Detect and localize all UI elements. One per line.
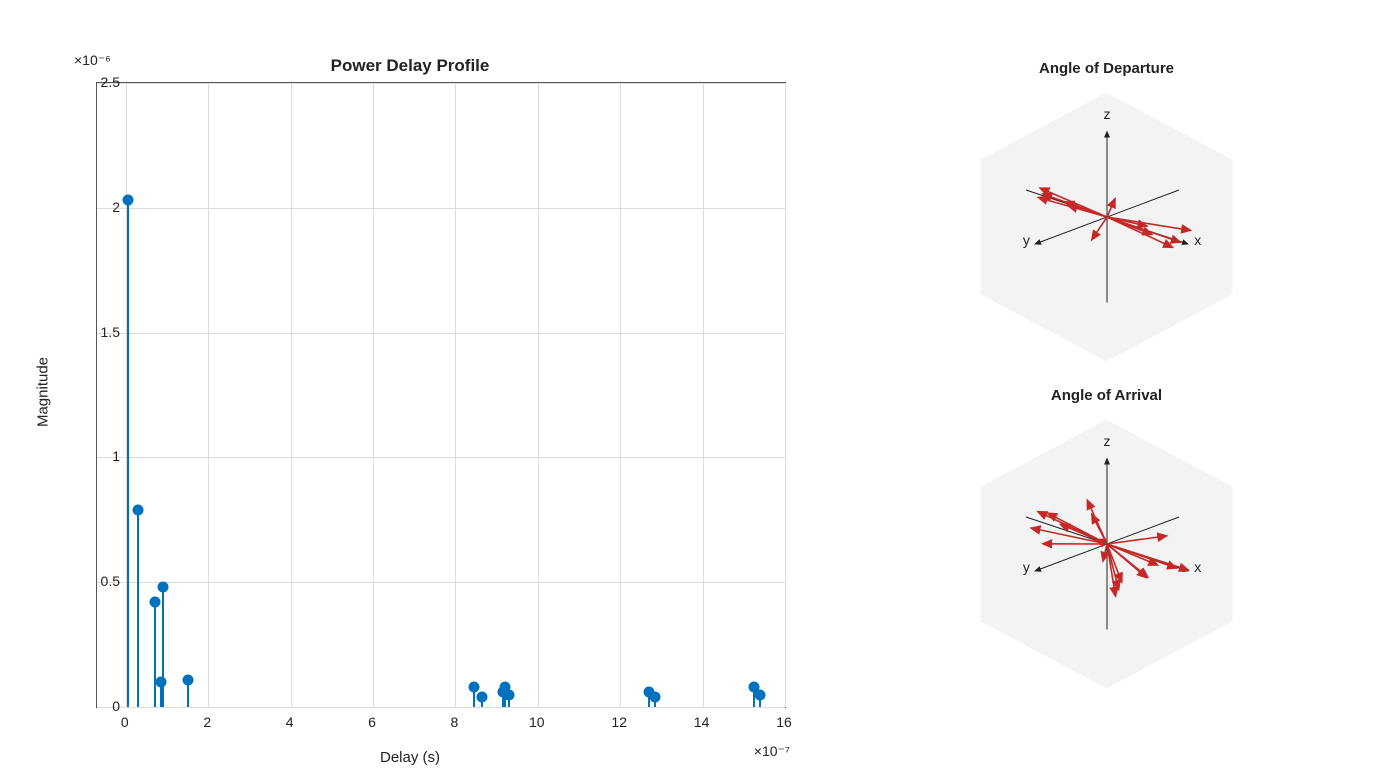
angle-departure-plot: x y z bbox=[967, 87, 1247, 367]
plot-area bbox=[96, 82, 786, 708]
xtick-label: 4 bbox=[286, 714, 294, 730]
xtick-label: 12 bbox=[611, 714, 627, 730]
chart-title: Power Delay Profile bbox=[0, 56, 820, 76]
direction-vector bbox=[1064, 202, 1106, 217]
data-marker bbox=[149, 597, 160, 608]
x-axis-label: x bbox=[1194, 559, 1201, 575]
xtick-label: 8 bbox=[451, 714, 459, 730]
ytick-label: 1.5 bbox=[80, 324, 120, 340]
angle-arrival-panel: Angle of Arrival x y z bbox=[957, 387, 1257, 694]
direction-vector bbox=[1107, 217, 1191, 230]
pdp-chart: Power Delay Profile ×10⁻⁶ Magnitude Dela… bbox=[0, 0, 820, 784]
y-axis-label: Magnitude bbox=[35, 357, 52, 427]
xtick-label: 16 bbox=[776, 714, 792, 730]
stem bbox=[127, 200, 129, 707]
xtick-label: 0 bbox=[121, 714, 129, 730]
ytick-label: 2.5 bbox=[80, 74, 120, 90]
data-marker bbox=[468, 682, 479, 693]
vector-svg: x y z bbox=[967, 87, 1247, 367]
y-axis-label: y bbox=[1022, 559, 1029, 575]
xtick-label: 14 bbox=[694, 714, 710, 730]
data-marker bbox=[122, 195, 133, 206]
angle-departure-panel: Angle of Departure x y z bbox=[957, 60, 1257, 367]
data-marker bbox=[503, 689, 514, 700]
y-exponent: ×10⁻⁶ bbox=[74, 52, 111, 69]
angle-departure-title: Angle of Departure bbox=[1039, 60, 1174, 77]
data-marker bbox=[182, 674, 193, 685]
z-axis-label: z bbox=[1103, 106, 1110, 122]
direction-vector bbox=[1107, 536, 1167, 544]
data-marker bbox=[155, 677, 166, 688]
xtick-label: 10 bbox=[529, 714, 545, 730]
data-marker bbox=[755, 689, 766, 700]
x-exponent: ×10⁻⁷ bbox=[754, 743, 790, 760]
x-axis-label: x bbox=[1194, 232, 1201, 248]
angle-arrival-title: Angle of Arrival bbox=[1051, 387, 1162, 404]
data-marker bbox=[477, 692, 488, 703]
stem bbox=[162, 587, 164, 707]
direction-vector bbox=[1047, 513, 1106, 544]
y-axis-label: y bbox=[1022, 232, 1029, 248]
direction-vector bbox=[1091, 217, 1106, 240]
stem bbox=[137, 510, 139, 707]
ytick-label: 2 bbox=[80, 199, 120, 215]
x-axis-label: Delay (s) bbox=[380, 749, 440, 766]
data-marker bbox=[650, 692, 661, 703]
direction-vector bbox=[1107, 544, 1189, 570]
vector-svg: x y z bbox=[967, 414, 1247, 694]
angle-arrival-plot: x y z bbox=[967, 414, 1247, 694]
stem bbox=[154, 602, 156, 707]
direction-vector bbox=[1102, 544, 1106, 561]
direction-vector bbox=[1030, 528, 1106, 544]
xtick-label: 6 bbox=[368, 714, 376, 730]
ytick-label: 1 bbox=[80, 448, 120, 464]
z-axis-label: z bbox=[1103, 433, 1110, 449]
data-marker bbox=[157, 582, 168, 593]
data-marker bbox=[133, 504, 144, 515]
ytick-label: 0 bbox=[80, 698, 120, 714]
ytick-label: 0.5 bbox=[80, 573, 120, 589]
xtick-label: 2 bbox=[203, 714, 211, 730]
